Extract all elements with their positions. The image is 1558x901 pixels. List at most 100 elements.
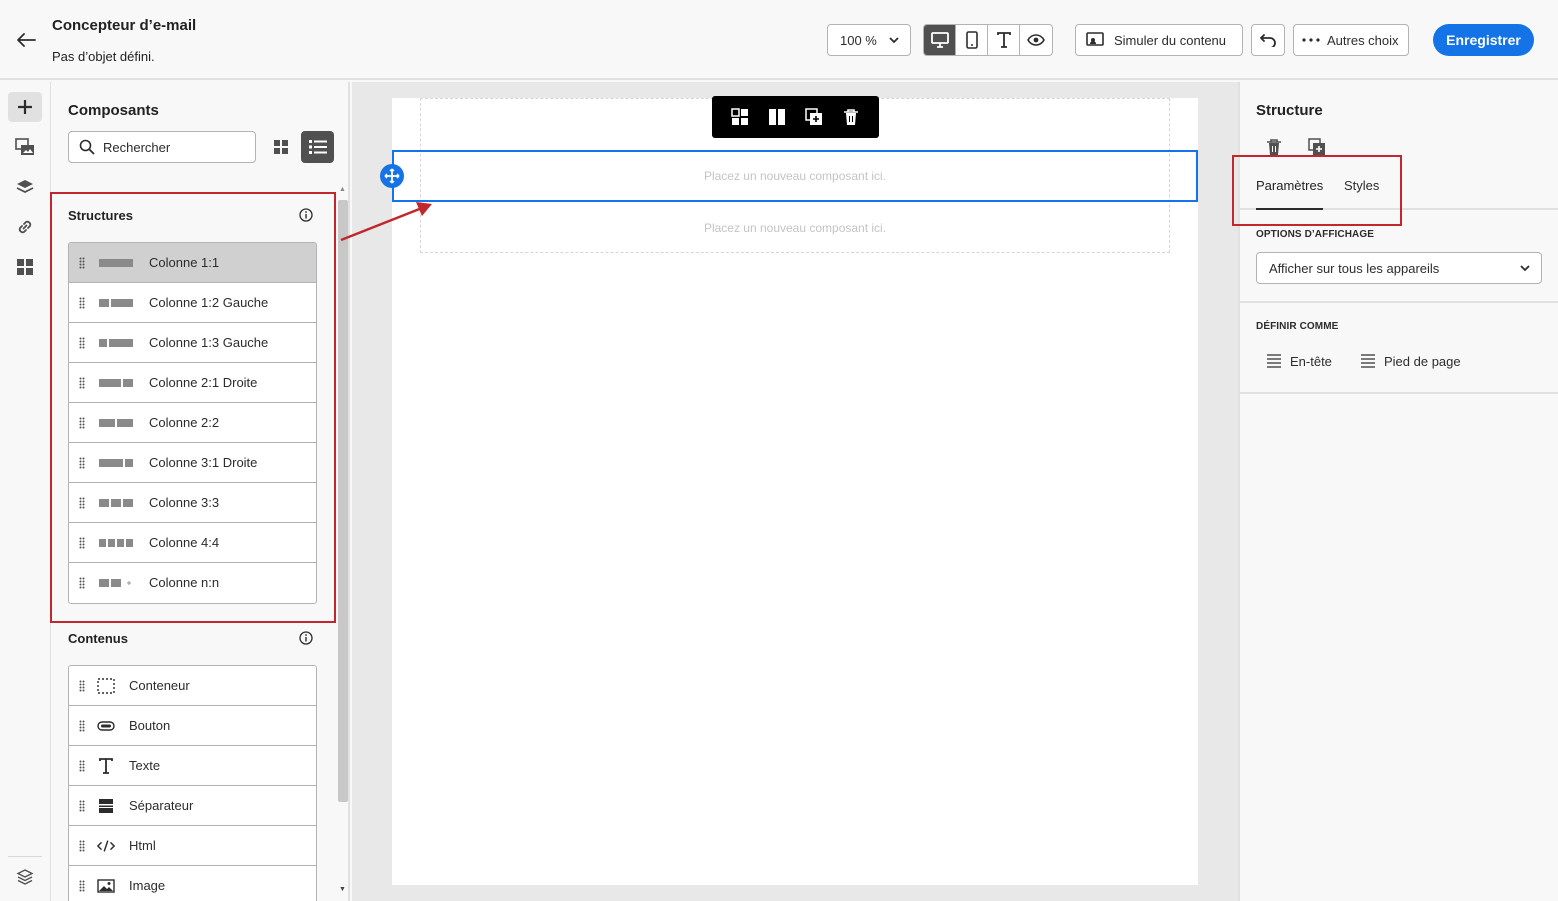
define-header-label: En-tête xyxy=(1290,353,1332,369)
layers-rail-button[interactable] xyxy=(8,172,42,202)
layers-icon xyxy=(16,180,34,194)
define-footer-button[interactable]: Pied de page xyxy=(1360,350,1461,372)
text-view-button[interactable] xyxy=(988,25,1020,55)
duplicate-button[interactable] xyxy=(802,105,826,129)
mobile-view-button[interactable] xyxy=(956,25,988,55)
content-item[interactable]: Html xyxy=(69,826,316,866)
structure-item[interactable]: Colonne 1:1 xyxy=(69,243,316,283)
drop-placeholder-text: Placez un nouveau composant ici. xyxy=(703,221,887,235)
structure-item-label: Colonne 4:4 xyxy=(149,535,220,550)
define-header-button[interactable]: En-tête xyxy=(1266,350,1332,372)
links-rail-button[interactable] xyxy=(8,212,42,242)
search-input[interactable] xyxy=(103,139,243,155)
duplicate-structure-button[interactable] xyxy=(1306,136,1328,158)
structure-item-label: Colonne 1:3 Gauche xyxy=(149,335,269,350)
trash-icon xyxy=(1267,139,1281,155)
more-options-button[interactable]: Autres choix xyxy=(1293,24,1409,56)
drag-handle-icon[interactable] xyxy=(79,577,85,589)
link-icon xyxy=(18,220,32,234)
drag-handle-icon[interactable] xyxy=(79,880,85,892)
components-scrollbar[interactable]: ▲ ▼ xyxy=(336,186,348,901)
grid-select-icon xyxy=(731,108,749,125)
app-header: Concepteur d’e-mail Pas d’objet défini. … xyxy=(0,0,1558,80)
preview-button[interactable] xyxy=(1020,25,1052,55)
structure-item[interactable]: Colonne n:n xyxy=(69,563,316,603)
select-parent-button[interactable] xyxy=(728,105,752,129)
drop-zone[interactable]: Placez un nouveau composant ici. xyxy=(420,202,1170,254)
column-layout-icon xyxy=(99,299,133,307)
structure-item-label: Colonne 2:1 Droite xyxy=(149,375,258,390)
column-layout-icon xyxy=(99,499,133,507)
display-options-select[interactable]: Afficher sur tous les appareils xyxy=(1256,252,1542,284)
scroll-up-icon[interactable]: ▲ xyxy=(339,186,346,193)
drag-handle-icon[interactable] xyxy=(79,417,85,429)
structure-item[interactable]: Colonne 2:2 xyxy=(69,403,316,443)
text-icon xyxy=(996,32,1011,48)
drag-handle-icon[interactable] xyxy=(79,800,85,812)
drag-handle-icon[interactable] xyxy=(79,720,85,732)
drag-handle-icon[interactable] xyxy=(79,337,85,349)
email-body[interactable]: Placez un nouveau composant ici. Placez … xyxy=(392,96,1198,885)
structure-toolbar xyxy=(712,96,879,138)
content-item-label: Image xyxy=(129,878,166,893)
grid-view-toggle[interactable] xyxy=(265,131,297,163)
drag-handle-icon[interactable] xyxy=(79,680,85,692)
drag-handle-icon[interactable] xyxy=(79,497,85,509)
structure-item[interactable]: Colonne 1:3 Gauche xyxy=(69,323,316,363)
back-arrow-icon[interactable] xyxy=(14,28,38,52)
drag-handle-icon[interactable] xyxy=(79,840,85,852)
content-item[interactable]: Séparateur xyxy=(69,786,316,826)
delete-structure-button[interactable] xyxy=(1263,136,1285,158)
define-footer-label: Pied de page xyxy=(1384,353,1461,369)
more-options-label: Autres choix xyxy=(1327,32,1399,48)
delete-button[interactable] xyxy=(839,105,863,129)
settings-rail-button[interactable] xyxy=(8,862,42,892)
drop-zone-selected[interactable]: Placez un nouveau composant ici. xyxy=(392,150,1198,202)
undo-button[interactable] xyxy=(1251,24,1285,56)
content-item[interactable]: Conteneur xyxy=(69,666,316,706)
desktop-view-button[interactable] xyxy=(924,25,956,55)
email-canvas: Placez un nouveau composant ici. Placez … xyxy=(352,82,1238,901)
drag-handle-icon[interactable] xyxy=(79,537,85,549)
column-layout-icon xyxy=(99,579,131,587)
simulate-content-button[interactable]: Simuler du contenu xyxy=(1075,24,1243,56)
list-view-toggle[interactable] xyxy=(301,131,334,163)
search-field[interactable] xyxy=(68,131,256,163)
image-icon xyxy=(97,878,115,894)
content-item[interactable]: Bouton xyxy=(69,706,316,746)
structure-item-label: Colonne 1:1 xyxy=(149,255,220,270)
drag-handle-icon[interactable] xyxy=(79,377,85,389)
structure-item[interactable]: Colonne 2:1 Droite xyxy=(69,363,316,403)
structure-item[interactable]: Colonne 1:2 Gauche xyxy=(69,283,316,323)
content-item[interactable]: Image xyxy=(69,866,316,901)
scroll-down-icon[interactable]: ▼ xyxy=(339,886,346,893)
tab-styles[interactable]: Styles xyxy=(1344,178,1379,210)
add-component-button[interactable] xyxy=(380,164,404,188)
page-title: Concepteur d’e-mail xyxy=(52,17,197,34)
grid-icon xyxy=(274,140,288,154)
chevron-down-icon xyxy=(889,37,899,44)
drag-handle-icon[interactable] xyxy=(79,760,85,772)
header-icon xyxy=(1267,354,1281,368)
save-button[interactable]: Enregistrer xyxy=(1433,24,1534,56)
fragments-icon xyxy=(17,259,33,275)
drag-handle-icon[interactable] xyxy=(79,457,85,469)
zoom-select[interactable]: 100 % xyxy=(827,24,911,56)
content-item[interactable]: Texte xyxy=(69,746,316,786)
eye-icon xyxy=(1027,34,1045,46)
tab-parameters[interactable]: Paramètres xyxy=(1256,178,1324,210)
add-components-rail-button[interactable] xyxy=(8,92,42,122)
structure-item[interactable]: Colonne 3:1 Droite xyxy=(69,443,316,483)
structure-item[interactable]: Colonne 3:3 xyxy=(69,483,316,523)
structure-item[interactable]: Colonne 4:4 xyxy=(69,523,316,563)
drag-handle-icon[interactable] xyxy=(79,257,85,269)
image-library-icon xyxy=(15,138,34,155)
info-icon[interactable] xyxy=(299,208,313,222)
info-icon[interactable] xyxy=(299,631,313,645)
columns-button[interactable] xyxy=(765,105,789,129)
assets-rail-button[interactable] xyxy=(8,132,42,162)
scroll-thumb[interactable] xyxy=(338,200,348,802)
properties-panel: Structure Paramètres Styles OPTIONS D’AF… xyxy=(1238,82,1558,901)
drag-handle-icon[interactable] xyxy=(79,297,85,309)
fragments-rail-button[interactable] xyxy=(8,252,42,282)
